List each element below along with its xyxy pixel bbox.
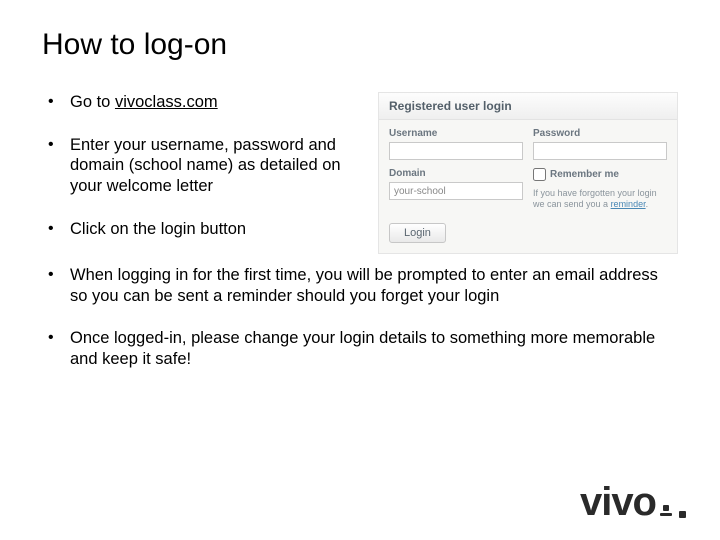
instruction-list-top: Go to vivoclass.com Enter your username,…	[42, 92, 360, 239]
panel-title: Registered user login	[379, 93, 677, 120]
domain-label: Domain	[389, 168, 523, 179]
login-button[interactable]: Login	[389, 223, 446, 243]
logo-mark-icon	[660, 505, 672, 516]
instruction-list-bottom: When logging in for the first time, you …	[42, 265, 678, 370]
password-input[interactable]	[533, 142, 667, 160]
list-item: Click on the login button	[42, 219, 360, 240]
bullet-prefix: Go to	[70, 93, 115, 111]
list-item: When logging in for the first time, you …	[42, 265, 678, 306]
username-label: Username	[389, 128, 523, 139]
reminder-link[interactable]: reminder	[611, 199, 646, 209]
logo-text: vivo	[580, 482, 656, 522]
list-item: Once logged-in, please change your login…	[42, 328, 678, 369]
domain-input[interactable]	[389, 182, 523, 200]
logo-period-icon	[679, 511, 686, 518]
list-item: Go to vivoclass.com	[42, 92, 360, 113]
username-input[interactable]	[389, 142, 523, 160]
vivo-logo: vivo	[580, 482, 686, 522]
page-title: How to log-on	[42, 28, 678, 62]
vivoclass-link[interactable]: vivoclass.com	[115, 93, 218, 111]
forgot-text: If you have forgotten your login we can …	[533, 188, 667, 211]
login-panel: Registered user login Username Password …	[378, 92, 678, 254]
list-item: Enter your username, password and domain…	[42, 135, 360, 197]
remember-checkbox[interactable]	[533, 168, 546, 181]
password-label: Password	[533, 128, 667, 139]
remember-label: Remember me	[550, 169, 619, 180]
remember-me[interactable]: Remember me	[533, 168, 667, 181]
